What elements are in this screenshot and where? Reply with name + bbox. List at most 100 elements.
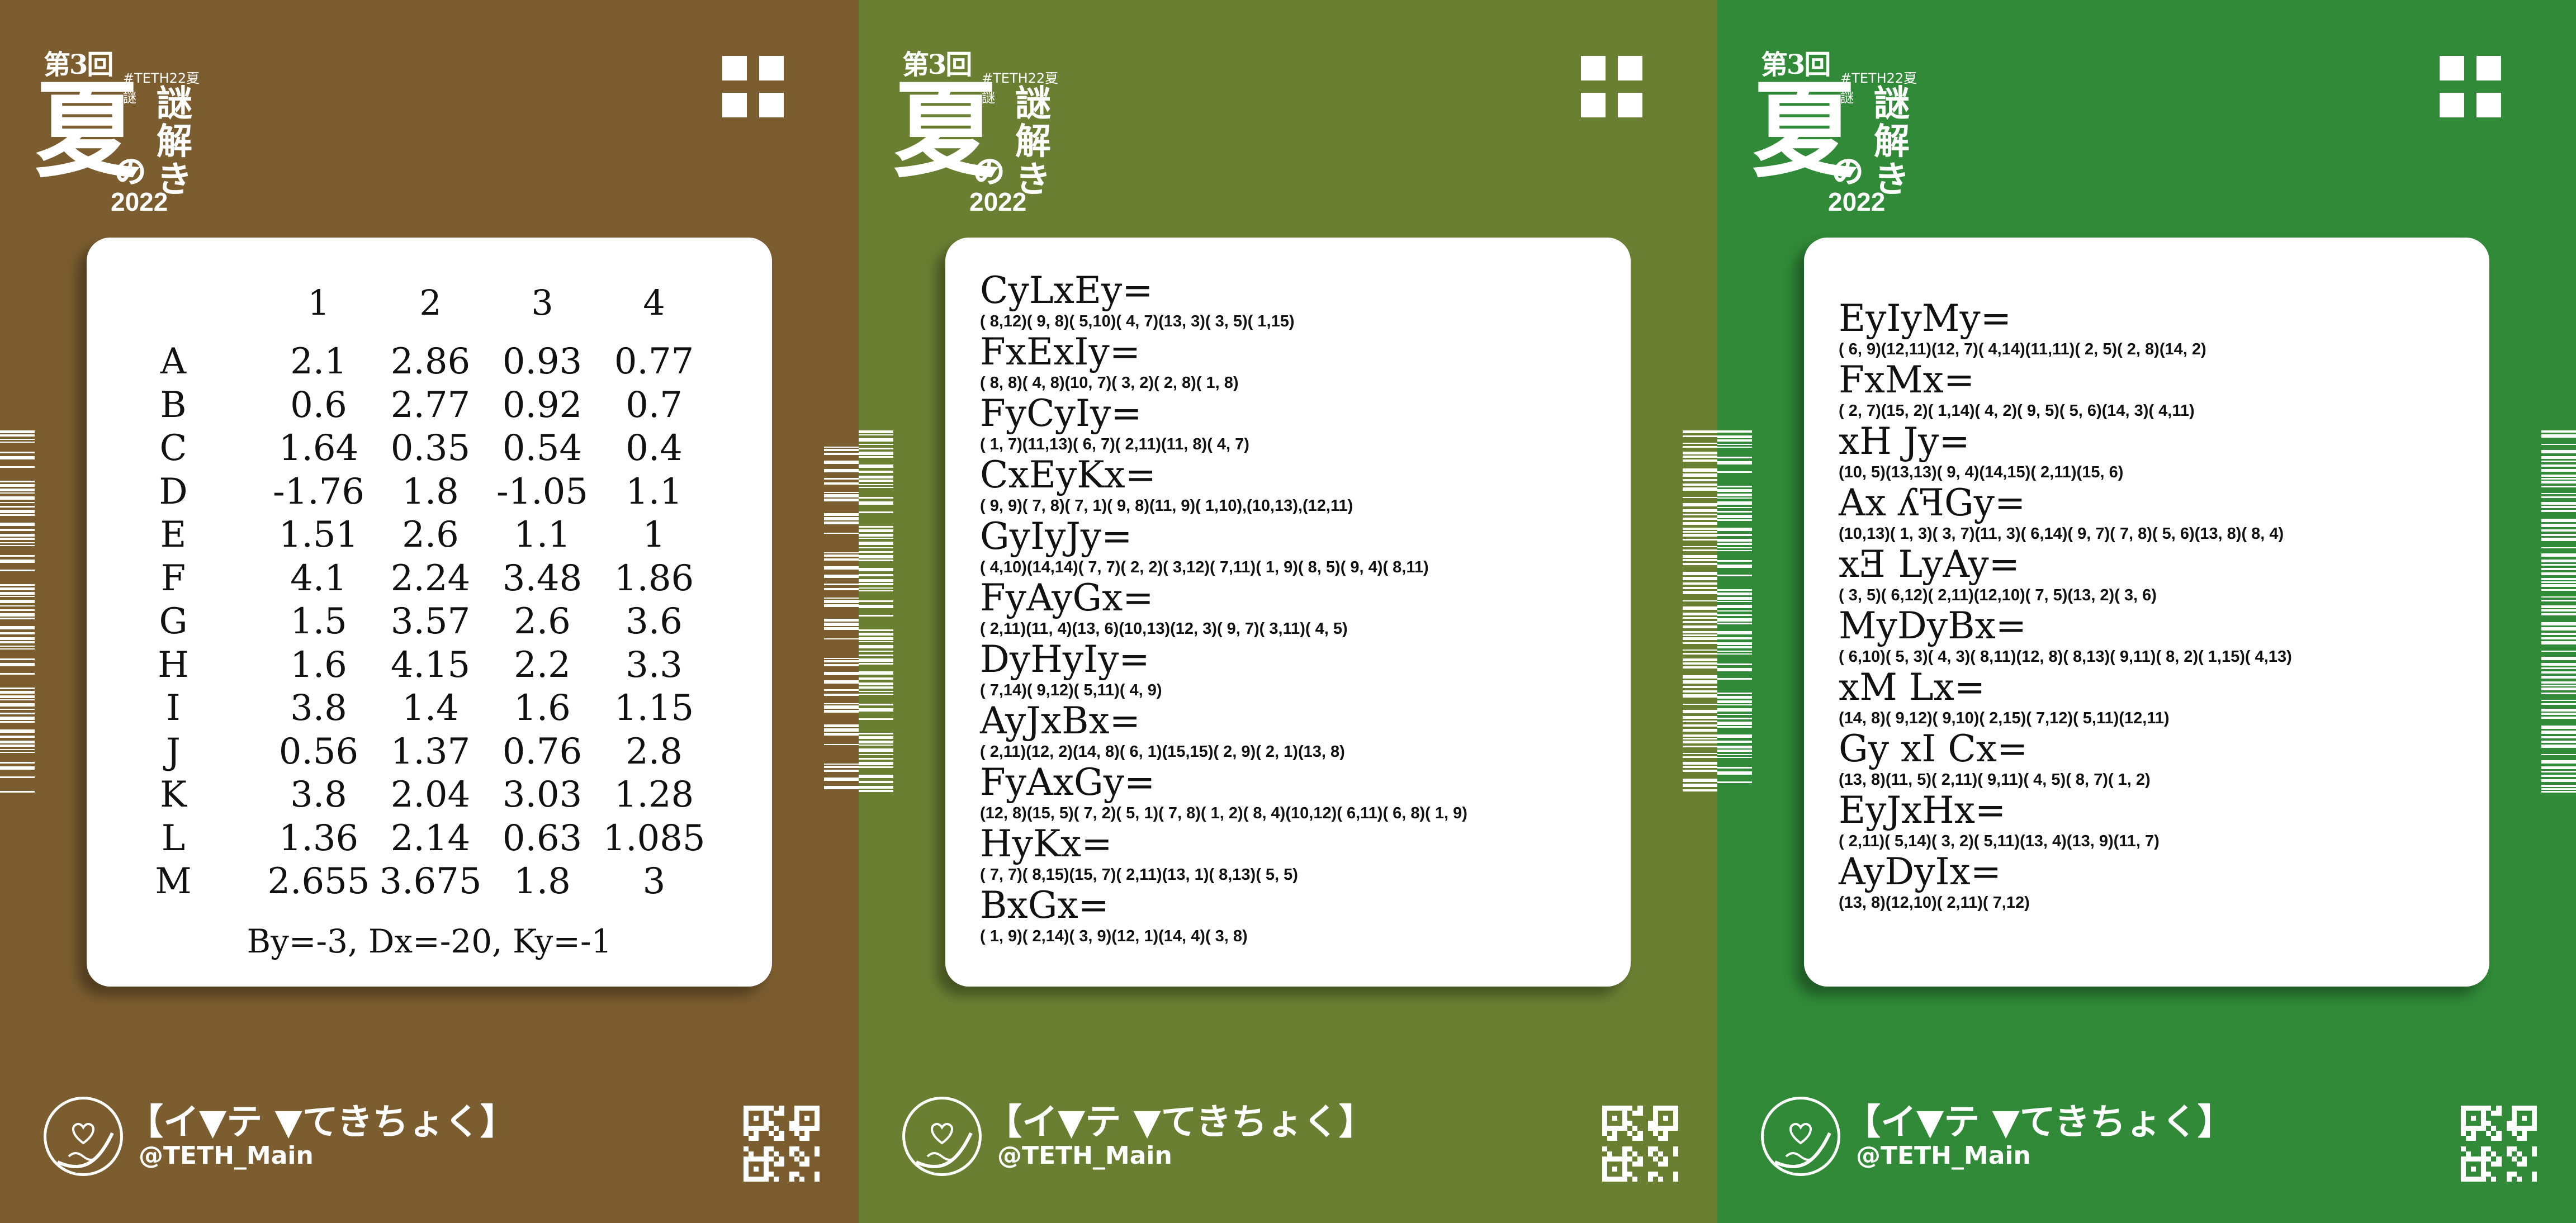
equation-pairs: ( 7, 7)( 8,15)(15, 7)( 2,11)(13, 1)( 8,1… bbox=[980, 866, 1298, 884]
equation-item: Gy xI Cx= (13, 8)(11, 5)( 2,11)( 9,11)( 4… bbox=[1839, 729, 2476, 791]
table-cell: 2.86 bbox=[390, 341, 471, 382]
equation-pairs: (13, 8)(12,10)( 2,11)( 7,12) bbox=[1839, 894, 2030, 912]
equation-pairs: ( 8, 8)( 4, 8)(10, 7)( 3, 2)( 2, 8)( 1, … bbox=[980, 374, 1239, 392]
equation-pairs: ( 8,12)( 9, 8)( 5,10)( 4, 7)(13, 3)( 3, … bbox=[980, 312, 1295, 330]
equation-pairs: ( 7,14)( 9,12)( 5,11)( 4, 9) bbox=[980, 681, 1162, 699]
footer-title: 【イ▼テ ▼てきちょく】 bbox=[1845, 1102, 2233, 1143]
table-cell: 0.4 bbox=[626, 428, 683, 469]
equation-variable: FyCyIy= bbox=[980, 392, 1142, 435]
logo-year: 2022 bbox=[1828, 187, 1886, 216]
barcode-strip-icon bbox=[0, 430, 35, 793]
equation-item: CyLxEy=( 8,12)( 9, 8)( 5,10)( 4, 7)(13, … bbox=[980, 271, 1617, 333]
card-green: 第3回 #TETH22夏謎 夏 の 謎解き 2022 EyIyMy=( 6, 9… bbox=[1717, 0, 2576, 1223]
logo-nazotoki: 謎解き bbox=[1015, 83, 1051, 201]
table-cell: 3.8 bbox=[290, 688, 347, 729]
equation-item: FyAyGx=( 2,11)(11, 4)(13, 6)(10,13)(12, … bbox=[980, 579, 1617, 640]
equation-list: CyLxEy=( 8,12)( 9, 8)( 5,10)( 4, 7)(13, … bbox=[980, 271, 1617, 947]
equation-pairs: ( 6, 9)(12,11)(12, 7)( 4,14)(11,11)( 2, … bbox=[1839, 340, 2206, 358]
equation-variable: CyLxEy= bbox=[980, 269, 1153, 312]
table-cell: 3.3 bbox=[626, 644, 683, 686]
equation-item: EyJxHx=( 2,11)( 5,14)( 3, 2)( 5,11)(13, … bbox=[1839, 791, 2476, 852]
table-cell: 0.54 bbox=[502, 428, 583, 469]
row-label: M bbox=[155, 861, 192, 902]
equation-pairs: ( 1, 7)(11,13)( 6, 7)( 2,11)(11, 8)( 4, … bbox=[980, 435, 1249, 453]
table-cell: -1.05 bbox=[496, 471, 589, 513]
table-cell: 1.51 bbox=[278, 514, 359, 556]
row-label: J bbox=[166, 731, 181, 772]
equation-variable: Gy xI Cx= bbox=[1839, 727, 2028, 770]
table-cell: 2.14 bbox=[390, 817, 471, 859]
equation-variable: AyJxBx= bbox=[980, 699, 1140, 742]
table-cell: 1.085 bbox=[603, 817, 705, 859]
table-cell: 2.655 bbox=[267, 861, 370, 902]
equation-pairs: ( 2,11)(11, 4)(13, 6)(10,13)(12, 3)( 9, … bbox=[980, 620, 1348, 638]
table-cell: 0.7 bbox=[626, 384, 683, 426]
table-cell: 1.15 bbox=[614, 688, 694, 729]
equation-variable: EyIyMy= bbox=[1839, 297, 2011, 340]
logo-no: の bbox=[1831, 153, 1864, 191]
table-cell: 0.6 bbox=[290, 384, 347, 426]
equations-panel: EyIyMy=( 6, 9)(12,11)(12, 7)( 4,14)(11,1… bbox=[1804, 238, 2489, 987]
table-cell: 1 bbox=[642, 514, 666, 556]
equation-item: FxMx=( 2, 7)(15, 2)( 1,14)( 4, 2)( 9, 5)… bbox=[1839, 361, 2476, 422]
equation-variable: BxGx= bbox=[980, 884, 1109, 927]
grid-icon bbox=[722, 56, 785, 118]
table-cell: 2.8 bbox=[626, 731, 683, 772]
equation-variable: AyDyIx= bbox=[1839, 850, 2002, 893]
equation-item: Ax ʎꟻGy= (10,13)( 1, 3)( 3, 7)(11, 3)( 6,… bbox=[1839, 483, 2476, 545]
table-cell: 0.63 bbox=[502, 817, 583, 859]
heart-infinity-badge-icon bbox=[1761, 1097, 1840, 1176]
equations-panel: CyLxEy=( 8,12)( 9, 8)( 5,10)( 4, 7)(13, … bbox=[945, 238, 1631, 987]
row-label: K bbox=[160, 774, 187, 816]
table-cell: 4.1 bbox=[290, 557, 347, 599]
table-cell: 3 bbox=[642, 861, 666, 902]
equation-item: GyIyJy=( 4,10)(14,14)( 7, 7)( 2, 2)( 3,1… bbox=[980, 517, 1617, 579]
table-cell: 3.6 bbox=[626, 601, 683, 642]
equation-variable: xM Lx= bbox=[1839, 666, 1986, 709]
equation-item: xƎ LyAy=( 3, 5)( 6,12)( 2,11)(12,10)( 7,… bbox=[1839, 545, 2476, 606]
equation-variable: FyAxGy= bbox=[980, 761, 1156, 804]
row-label: D bbox=[159, 471, 188, 513]
equation-variable: GyIyJy= bbox=[980, 515, 1133, 558]
equation-item: CxEyKx=( 9, 9)( 7, 8)( 7, 1)( 9, 8)(11, … bbox=[980, 456, 1617, 517]
table-cell: 1.6 bbox=[514, 688, 571, 729]
qr-code-icon[interactable] bbox=[744, 1106, 820, 1182]
equation-pairs: ( 2,11)( 5,14)( 3, 2)( 5,11)(13, 4)(13, … bbox=[1839, 832, 2160, 850]
table-cell: -1.76 bbox=[272, 471, 365, 513]
qr-code-icon[interactable] bbox=[2461, 1106, 2537, 1182]
equation-variable: Ax ʎꟻGy= bbox=[1839, 481, 2026, 524]
equation-item: xM Lx= (14, 8)( 9,12)( 9,10)( 2,15)( 7,12… bbox=[1839, 668, 2476, 729]
equation-pairs: ( 2, 7)(15, 2)( 1,14)( 4, 2)( 9, 5)( 5, … bbox=[1839, 402, 2195, 420]
equation-item: DyHyIy=( 7,14)( 9,12)( 5,11)( 4, 9) bbox=[980, 640, 1617, 701]
equation-item: HyKx=( 7, 7)( 8,15)(15, 7)( 2,11)(13, 1)… bbox=[980, 824, 1617, 886]
table-cell: 2.6 bbox=[402, 514, 459, 556]
footer: 【イ▼テ ▼てきちょく】 @TETH_Main bbox=[1761, 1090, 2544, 1185]
equation-variable: FxExIy= bbox=[980, 330, 1141, 373]
equation-pairs: (14, 8)( 9,12)( 9,10)( 2,15)( 7,12)( 5,1… bbox=[1839, 709, 2170, 727]
row-label: E bbox=[160, 514, 187, 556]
table-cell: 1.64 bbox=[278, 428, 359, 469]
table-panel: 1 2 3 4 A 2.1 2.86 0.93 0.77 B 0.6 2.77 0.92 0.7 C 1.64… bbox=[87, 238, 772, 987]
equation-item: FyAxGy= (12, 8)(15, 5)( 7, 2)( 5, 1)( 7, … bbox=[980, 763, 1617, 824]
equation-pairs: ( 9, 9)( 7, 8)( 7, 1)( 9, 8)(11, 9)( 1,1… bbox=[980, 497, 1353, 515]
equation-pairs: ( 2,11)(12, 2)(14, 8)( 6, 1)(15,15)( 2, … bbox=[980, 743, 1345, 761]
row-label: B bbox=[160, 384, 187, 426]
table-cell: 1.6 bbox=[290, 644, 347, 686]
column-header: 3 bbox=[531, 282, 553, 323]
row-label: C bbox=[159, 428, 187, 469]
qr-code-icon[interactable] bbox=[1602, 1106, 1678, 1182]
equation-variable: MyDyBx= bbox=[1839, 604, 2027, 647]
table-cell: 3.03 bbox=[502, 774, 583, 816]
table-cell: 1.8 bbox=[514, 861, 571, 902]
equation-variable: FyAyGx= bbox=[980, 576, 1154, 619]
footer-handle[interactable]: @TETH_Main bbox=[139, 1141, 314, 1170]
footer: 【イ▼テ ▼てきちょく】 @TETH_Main bbox=[44, 1090, 826, 1185]
footer-handle[interactable]: @TETH_Main bbox=[997, 1141, 1172, 1170]
table-cell: 0.35 bbox=[390, 428, 471, 469]
footer-handle[interactable]: @TETH_Main bbox=[1856, 1141, 2031, 1170]
table-cell: 2.6 bbox=[514, 601, 571, 642]
equation-variable: FxMx= bbox=[1839, 358, 1975, 401]
table-note: By=-3, Dx=-20, Ky=-1 bbox=[247, 922, 612, 960]
barcode-strip-icon bbox=[1683, 430, 1717, 793]
table-cell: 1.28 bbox=[614, 774, 694, 816]
